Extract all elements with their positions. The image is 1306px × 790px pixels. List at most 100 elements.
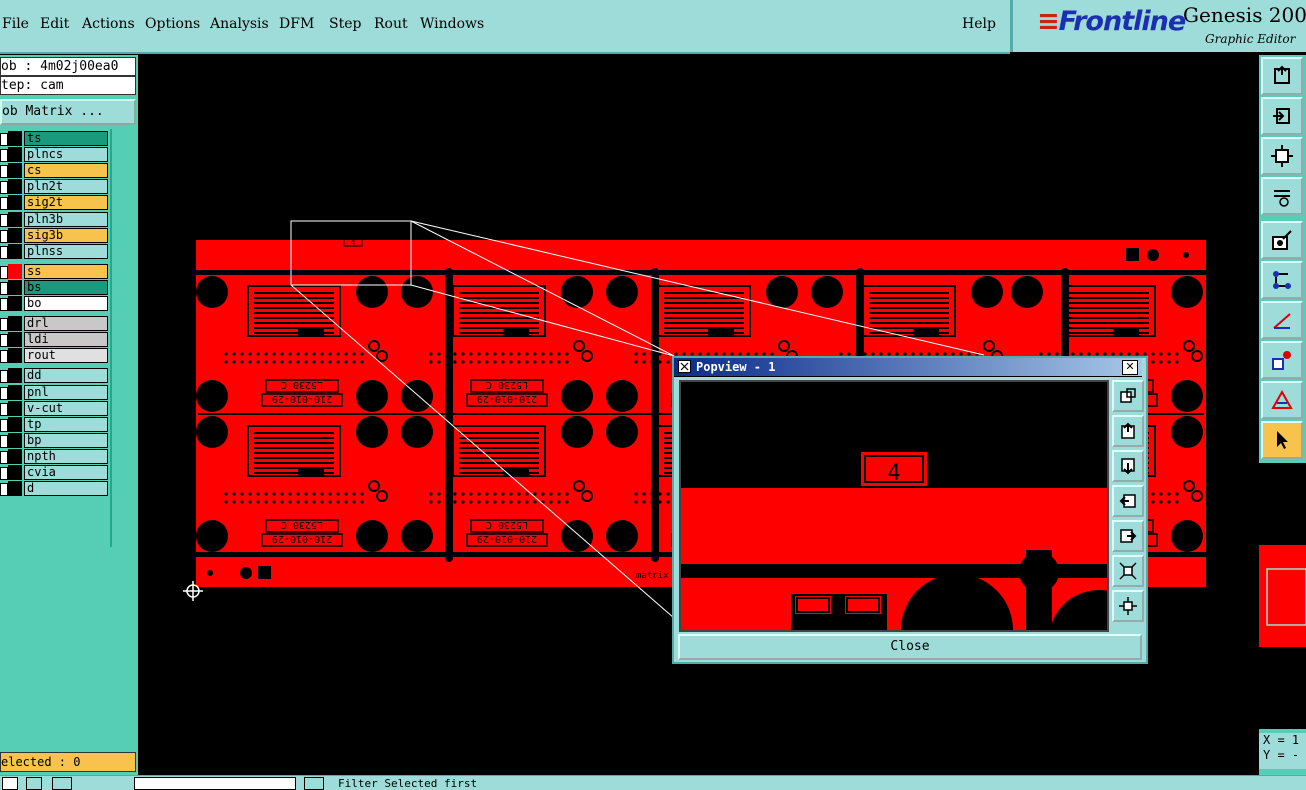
layer-checkbox[interactable] <box>0 245 8 259</box>
layer-name[interactable]: bs <box>24 279 108 295</box>
layer-name[interactable]: ts <box>24 131 108 146</box>
menu-step[interactable]: Step <box>329 16 361 32</box>
layer-row[interactable]: cvia <box>0 465 108 480</box>
layer-name[interactable]: drl <box>24 316 108 332</box>
minimap[interactable] <box>1259 463 1306 729</box>
menu-file[interactable]: File <box>2 16 29 32</box>
layer-color-swatch[interactable] <box>8 279 22 295</box>
layer-row[interactable]: bs <box>0 279 108 295</box>
layer-color-swatch[interactable] <box>8 384 22 400</box>
net-button[interactable] <box>1261 261 1303 299</box>
layer-name[interactable]: rout <box>24 348 108 364</box>
layer-row[interactable]: bo <box>0 296 108 311</box>
layer-color-swatch[interactable] <box>8 348 22 364</box>
command-menu-button[interactable] <box>304 777 324 790</box>
popview-close-icon[interactable]: ✕ <box>1122 360 1138 375</box>
layer-name[interactable]: sig3b <box>24 227 108 243</box>
layer-row[interactable]: tp <box>0 416 108 432</box>
layer-name[interactable]: pln3b <box>24 211 108 227</box>
command-input[interactable] <box>134 777 296 790</box>
layer-color-swatch[interactable] <box>8 163 22 179</box>
layer-row[interactable]: v-cut <box>0 400 108 416</box>
layer-checkbox[interactable] <box>0 386 8 400</box>
layer-checkbox[interactable] <box>0 318 8 332</box>
layer-checkbox[interactable] <box>0 418 8 432</box>
layer-checkbox[interactable] <box>0 450 8 464</box>
layer-color-swatch[interactable] <box>8 332 22 348</box>
tools-button[interactable] <box>1261 177 1303 215</box>
layer-row[interactable]: ss <box>0 263 108 279</box>
layer-checkbox[interactable] <box>0 370 8 384</box>
layer-row[interactable]: rout <box>0 348 108 364</box>
layer-row[interactable]: cs <box>0 163 108 179</box>
layer-color-swatch[interactable] <box>8 227 22 243</box>
layer-row[interactable]: pnl <box>0 384 108 400</box>
layer-row[interactable]: pln2t <box>0 179 108 195</box>
layer-name[interactable]: bo <box>24 296 108 311</box>
menu-options[interactable]: Options <box>145 16 200 32</box>
layer-name[interactable]: npth <box>24 448 108 464</box>
layer-checkbox[interactable] <box>0 265 8 279</box>
layer-checkbox[interactable] <box>0 197 8 211</box>
layer-color-swatch[interactable] <box>8 465 22 480</box>
layer-color-swatch[interactable] <box>8 243 22 259</box>
layer-checkbox[interactable] <box>0 229 8 243</box>
layer-name[interactable]: pnl <box>24 384 108 400</box>
zoom-back-button[interactable] <box>1261 97 1303 135</box>
popview-pan-left-button[interactable] <box>1112 485 1144 517</box>
popview-zoom-button[interactable] <box>1112 380 1144 412</box>
layer-name[interactable]: cs <box>24 163 108 179</box>
popview-zoom-in-button[interactable] <box>1112 555 1144 587</box>
menu-windows[interactable]: Windows <box>420 16 484 32</box>
layer-row[interactable]: ldi <box>0 332 108 348</box>
layer-checkbox[interactable] <box>0 434 8 448</box>
layer-color-swatch[interactable] <box>8 448 22 464</box>
layer-row[interactable]: bp <box>0 432 108 448</box>
pad-tool-button[interactable] <box>1261 341 1303 379</box>
menu-actions[interactable]: Actions <box>82 16 135 32</box>
layer-color-swatch[interactable] <box>8 195 22 211</box>
layer-color-swatch[interactable] <box>8 416 22 432</box>
layer-name[interactable]: dd <box>24 368 108 384</box>
popview-close-button[interactable]: Close <box>678 634 1142 660</box>
mode-toggle[interactable] <box>52 777 72 790</box>
layer-name[interactable]: cvia <box>24 465 108 480</box>
layer-color-swatch[interactable] <box>8 263 22 279</box>
layer-row[interactable]: pln3b <box>0 211 108 227</box>
measure-button[interactable] <box>1261 221 1303 259</box>
menu-dfm[interactable]: DFM <box>279 16 314 32</box>
layer-checkbox[interactable] <box>0 298 8 311</box>
layer-name[interactable]: plncs <box>24 147 108 163</box>
layer-checkbox[interactable] <box>0 149 8 163</box>
layer-name[interactable]: tp <box>24 416 108 432</box>
menu-analysis[interactable]: Analysis <box>210 16 269 32</box>
layer-row[interactable]: dd <box>0 368 108 384</box>
snap-toggle[interactable] <box>2 777 18 790</box>
job-matrix-button[interactable]: ob Matrix ... <box>0 99 136 125</box>
layer-row[interactable]: d <box>0 481 108 497</box>
layer-name[interactable]: ss <box>24 263 108 279</box>
popview-canvas[interactable]: 4 <box>679 380 1109 632</box>
menu-rout[interactable]: Rout <box>374 16 408 32</box>
layer-color-swatch[interactable] <box>8 316 22 332</box>
menu-edit[interactable]: Edit <box>40 16 69 32</box>
polygon-tool-button[interactable] <box>1261 381 1303 419</box>
layer-row[interactable]: drl <box>0 316 108 332</box>
popview-pan-up-button[interactable] <box>1112 415 1144 447</box>
layer-row[interactable]: plnss <box>0 243 108 259</box>
zoom-fit-button[interactable] <box>1261 137 1303 175</box>
layer-checkbox[interactable] <box>0 165 8 179</box>
layer-row[interactable]: sig2t <box>0 195 108 211</box>
layer-color-swatch[interactable] <box>8 432 22 448</box>
layer-name[interactable]: ldi <box>24 332 108 348</box>
layer-color-swatch[interactable] <box>8 368 22 384</box>
layer-color-swatch[interactable] <box>8 400 22 416</box>
layer-name[interactable]: d <box>24 481 108 497</box>
layer-name[interactable]: pln2t <box>24 179 108 195</box>
layer-checkbox[interactable] <box>0 281 8 295</box>
layer-color-swatch[interactable] <box>8 179 22 195</box>
layer-row[interactable]: sig3b <box>0 227 108 243</box>
layer-row[interactable]: plncs <box>0 147 108 163</box>
layer-checkbox[interactable] <box>0 181 8 195</box>
layer-name[interactable]: sig2t <box>24 195 108 211</box>
